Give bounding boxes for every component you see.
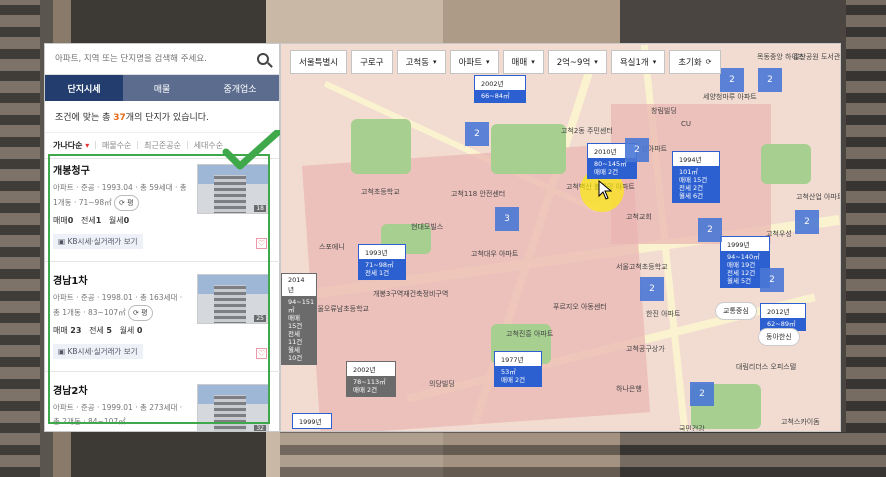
chevron-down-icon: ▾ bbox=[433, 58, 437, 66]
search-bar bbox=[45, 44, 279, 75]
kb-price-link[interactable]: ▣ KB시세·실거래가 보기 bbox=[53, 344, 143, 359]
map-label: 고척초등학교 bbox=[361, 188, 400, 196]
mouse-pointer-icon bbox=[598, 180, 612, 200]
map-label: 스포에니 bbox=[319, 243, 345, 251]
region-city-select[interactable]: 서울특별시 bbox=[290, 50, 348, 74]
map-label: 고척교회 bbox=[626, 213, 652, 221]
tab-listings[interactable]: 매물 bbox=[123, 75, 201, 101]
chevron-down-icon: ▾ bbox=[486, 58, 490, 66]
map-label: 세양청마루 아파트 bbox=[703, 93, 757, 101]
complex-list: 개봉청구 아파트 · 준공 · 1993.04 · 총 59세대 · 총 1개동… bbox=[45, 152, 281, 431]
map-label: 고척대우 아파트 bbox=[471, 250, 519, 258]
region-district-select[interactable]: 구로구 bbox=[351, 50, 393, 74]
chevron-down-icon: ▾ bbox=[652, 58, 657, 66]
cluster-marker[interactable]: 2 bbox=[698, 218, 722, 242]
tab-bar: 단지시세 매물 중개업소 bbox=[45, 75, 279, 101]
heart-icon[interactable]: ♡ bbox=[256, 348, 267, 359]
complex-marker[interactable]: 2012년 62~89㎡ bbox=[760, 303, 806, 331]
kb-price-link[interactable]: ▣ KB시세·실거래가 보기 bbox=[53, 234, 143, 249]
refresh-icon: ⟳ bbox=[705, 58, 712, 66]
map-label: 서울고척초등학교 bbox=[616, 263, 668, 271]
check-mark-icon bbox=[222, 130, 282, 170]
search-input[interactable] bbox=[55, 54, 257, 64]
complex-marker[interactable]: 1994년 101㎡ 매매 15건 전세 2건 월세 6건 bbox=[672, 151, 720, 203]
complex-photo[interactable]: 18 bbox=[197, 164, 269, 214]
map-label: 고척스카이돔 bbox=[781, 418, 820, 426]
heart-icon[interactable]: ♡ bbox=[256, 238, 267, 249]
deal-counts: 매매0 전세1 월세0 bbox=[53, 216, 130, 225]
tab-agencies[interactable]: 중개업소 bbox=[201, 75, 279, 101]
map-label: 갈산공원 도서관 bbox=[793, 53, 841, 61]
price-range-select[interactable]: 2억~9억 ▾ bbox=[547, 50, 607, 74]
cluster-marker[interactable]: 2 bbox=[720, 68, 744, 92]
map-label: 현대모빌스 bbox=[411, 223, 444, 231]
result-count-number: 37 bbox=[113, 113, 126, 123]
list-item[interactable]: 경남1차 아파트 · 준공 · 1998.01 · 총 163세대 · 총 1개… bbox=[45, 262, 281, 372]
complex-marker[interactable]: 2002년 78~113㎡ 매매 2건 bbox=[346, 361, 396, 397]
map-label: 고척2동 주민센터 bbox=[561, 127, 613, 135]
chevron-down-icon: ▾ bbox=[594, 58, 598, 66]
cluster-marker[interactable]: 2 bbox=[760, 268, 784, 292]
map-label: 의당빌딩 bbox=[429, 380, 455, 388]
map-tooltip: 동아한신 bbox=[758, 328, 800, 346]
map-tooltip: 교통중심 bbox=[715, 302, 757, 320]
map-label: 개봉3구역재건축정비구역 bbox=[373, 290, 449, 298]
map-label: 대림리더스 오피스텔 bbox=[736, 363, 797, 371]
bathroom-select[interactable]: 욕실1개 ▾ bbox=[610, 50, 666, 74]
reset-button[interactable]: 초기화 ⟳ bbox=[669, 50, 721, 74]
cluster-marker[interactable]: 2 bbox=[795, 210, 819, 234]
region-dong-select[interactable]: 고척동 ▾ bbox=[396, 50, 446, 74]
map-label: 한진 아파트 bbox=[646, 310, 681, 318]
complex-marker[interactable]: 1993년 71~98㎡ 전세 1건 bbox=[358, 244, 406, 280]
result-count: 조건에 맞는 총 37개의 단지가 있습니다. bbox=[45, 101, 279, 133]
complex-marker[interactable]: 1999년 bbox=[292, 413, 332, 429]
complex-meta: 아파트 · 준공 · 1993.04 · 총 59세대 · 총 1개동 · 71… bbox=[53, 181, 191, 211]
cluster-marker[interactable]: 2 bbox=[690, 382, 714, 406]
cluster-marker[interactable]: 2 bbox=[465, 122, 489, 146]
map-label: 국민건강 bbox=[679, 425, 705, 432]
map-label: 창림빌딩 bbox=[651, 107, 677, 115]
deal-type-select[interactable]: 매매 ▾ bbox=[502, 50, 544, 74]
pyeong-toggle[interactable]: ⟳ 평 bbox=[114, 195, 139, 211]
list-item[interactable]: 경남2차 아파트 · 준공 · 1999.01 · 총 273세대 · 총 2개… bbox=[45, 372, 281, 431]
map-label: 하나은행 bbox=[616, 385, 642, 393]
cluster-marker[interactable]: 3 bbox=[495, 207, 519, 231]
map-label: CU bbox=[681, 120, 692, 128]
complex-marker[interactable]: 2014년 94~151㎡ 매매 15건 전세 11건 월세 10건 bbox=[281, 273, 317, 365]
sort-newest[interactable]: 최근준공순 bbox=[144, 140, 181, 151]
complex-marker[interactable]: 1977년 53㎡ 매매 2건 bbox=[494, 351, 542, 387]
map-label: 서울오류남초등학교 bbox=[311, 305, 369, 313]
pyeong-toggle[interactable]: ⟳ 평 bbox=[128, 305, 153, 321]
tab-complex-price[interactable]: 단지시세 bbox=[45, 75, 123, 101]
deal-counts: 매매 23 전세 5 월세 0 bbox=[53, 326, 143, 335]
complex-meta: 아파트 · 준공 · 1999.01 · 총 273세대 · 총 2개동 · 8… bbox=[53, 403, 183, 426]
cluster-marker[interactable]: 2 bbox=[640, 277, 664, 301]
complex-list-panel: 단지시세 매물 중개업소 조건에 맞는 총 37개의 단지가 있습니다. 가나다… bbox=[44, 43, 281, 432]
map-label: 푸르지오 아동센터 bbox=[553, 303, 607, 311]
map-label: 고척118 안전센터 bbox=[451, 190, 506, 198]
sort-alphabetical[interactable]: 가나다순 bbox=[53, 140, 89, 151]
sort-listing-count[interactable]: 매물수순 bbox=[102, 140, 131, 151]
map-label: 고척공구상가 bbox=[626, 345, 665, 353]
map-label: 고척산업 아파트 bbox=[796, 193, 841, 201]
complex-meta: 아파트 · 준공 · 1998.01 · 총 163세대 · 총 1개동 · 8… bbox=[53, 291, 191, 321]
property-type-select[interactable]: 아파트 ▾ bbox=[449, 50, 499, 74]
complex-photo[interactable]: 25 bbox=[197, 274, 269, 324]
chevron-down-icon: ▾ bbox=[531, 58, 535, 66]
filter-bar: 서울특별시 구로구 고척동 ▾ 아파트 ▾ 매매 ▾ 2억~9억 ▾ 욕실1개 ▾ 초기화… bbox=[290, 50, 721, 74]
sort-households[interactable]: 세대수순 bbox=[194, 140, 223, 151]
complex-marker[interactable]: 2002년 66~84㎡ bbox=[474, 75, 526, 103]
map-label: 고척진흥 아파트 bbox=[506, 330, 554, 338]
cluster-marker[interactable]: 2 bbox=[758, 68, 782, 92]
search-icon[interactable] bbox=[257, 53, 269, 65]
cluster-marker[interactable]: 2 bbox=[625, 138, 649, 162]
complex-photo[interactable]: 32 bbox=[197, 384, 269, 431]
